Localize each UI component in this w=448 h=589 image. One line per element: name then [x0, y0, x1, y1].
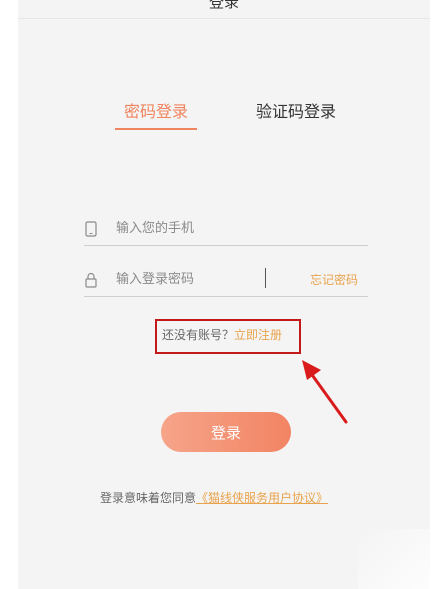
tab-password-login[interactable]: 密码登录	[124, 101, 188, 123]
agreement-text: 登录意味着您同意《猫线侠服务用户协议》	[100, 489, 328, 506]
register-prompt-text: 还没有账号？	[162, 328, 235, 342]
agreement-prefix: 登录意味着您同意	[100, 491, 197, 505]
password-input[interactable]	[116, 267, 276, 291]
page-title: 登录	[208, 0, 239, 11]
phone-input[interactable]	[116, 216, 276, 240]
phone-icon	[85, 221, 97, 237]
lock-icon	[85, 272, 97, 288]
password-field-underline	[84, 296, 368, 297]
annotation-arrow-icon	[302, 360, 348, 424]
user-agreement-link[interactable]: 《猫线侠服务用户协议》	[196, 491, 328, 505]
login-button[interactable]: 登录	[161, 412, 291, 452]
active-tab-indicator	[115, 128, 197, 130]
phone-field	[84, 214, 368, 246]
phone-field-underline	[84, 245, 368, 246]
forgot-password-link[interactable]: 忘记密码	[310, 271, 358, 288]
corner-shade	[358, 529, 448, 589]
password-field-separator	[265, 268, 266, 288]
header-divider	[18, 18, 430, 19]
password-field: 忘记密码	[84, 265, 368, 297]
login-screen: 登录 密码登录 验证码登录 忘记密码 还没有账号？立即注册 登录 登录意味着您同…	[0, 0, 448, 589]
register-link[interactable]: 立即注册	[234, 328, 282, 342]
tab-sms-login[interactable]: 验证码登录	[256, 101, 336, 123]
register-prompt: 还没有账号？立即注册	[162, 326, 282, 343]
